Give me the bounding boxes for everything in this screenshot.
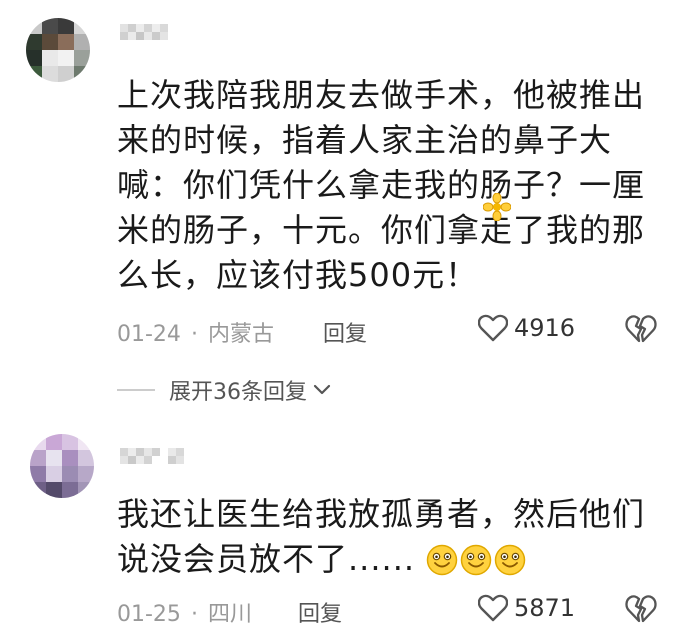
like-button[interactable]: 4916 xyxy=(478,312,575,344)
expand-replies-label: 展开36条回复 xyxy=(169,380,307,405)
comment-item: 用户 上次我陪我朋友去做手术，他被推出 来的时候，指着人家主治的鼻子大 喊：你们… xyxy=(0,0,690,360)
avatar[interactable] xyxy=(26,18,90,82)
comment-text: 上次我陪我朋友去做手术，他被推出 来的时候，指着人家主治的鼻子大 喊：你们凭什么… xyxy=(117,73,657,298)
meta-separator: · xyxy=(190,602,198,627)
comment-line: 米的肠子，十元。你们拿走了我的那 xyxy=(117,211,646,249)
smile-emoji xyxy=(460,543,492,576)
comment-meta: 01-24 · 内蒙古 xyxy=(117,316,274,348)
comment-date: 01-24 xyxy=(117,322,181,347)
comment-line: 来的时候，指着人家主治的鼻子大 xyxy=(117,121,613,159)
avatar[interactable] xyxy=(30,434,94,498)
comment-line: 么长，应该付我500元！ xyxy=(117,256,479,294)
comment-item: 用户 我还让医生给我放孤勇者，然后他们 说没会员放不了...... xyxy=(0,420,690,634)
comment-line: 喊：你们凭什么拿走我的肠子？一厘 xyxy=(117,166,646,204)
broken-heart-icon[interactable] xyxy=(625,594,657,624)
username-text: 用户 xyxy=(120,20,122,21)
chevron-down-icon xyxy=(313,384,331,396)
username[interactable]: 用户 xyxy=(120,444,190,472)
heart-outline-icon xyxy=(478,314,508,342)
comment-meta: 01-25 · 四川 xyxy=(117,596,252,628)
smile-emoji xyxy=(426,543,458,576)
comment-text: 我还让医生给我放孤勇者，然后他们 说没会员放不了...... xyxy=(117,492,657,582)
comment-location: 四川 xyxy=(207,602,252,627)
like-count: 4916 xyxy=(514,314,576,342)
sparkle-sticker xyxy=(482,192,512,225)
reply-button[interactable]: 回复 xyxy=(298,596,342,628)
comment-line: 说没会员放不了...... xyxy=(117,537,657,582)
comment-location: 内蒙古 xyxy=(207,322,274,347)
smile-emoji xyxy=(494,543,526,576)
comment-line: 我还让医生给我放孤勇者，然后他们 xyxy=(117,495,646,533)
username[interactable]: 用户 xyxy=(120,20,176,48)
expand-replies-button[interactable]: 展开36条回复 xyxy=(117,374,331,406)
like-count: 5871 xyxy=(514,594,576,622)
comment-line-text: 说没会员放不了...... xyxy=(117,540,416,578)
divider-line xyxy=(117,389,155,391)
reply-button[interactable]: 回复 xyxy=(323,316,367,348)
broken-heart-icon[interactable] xyxy=(625,314,657,344)
comment-line: 上次我陪我朋友去做手术，他被推出 xyxy=(117,76,646,114)
comment-date: 01-25 xyxy=(117,602,181,627)
meta-separator: · xyxy=(190,322,198,347)
heart-outline-icon xyxy=(478,594,508,622)
like-button[interactable]: 5871 xyxy=(478,592,575,624)
username-text: 用户 xyxy=(120,444,122,445)
